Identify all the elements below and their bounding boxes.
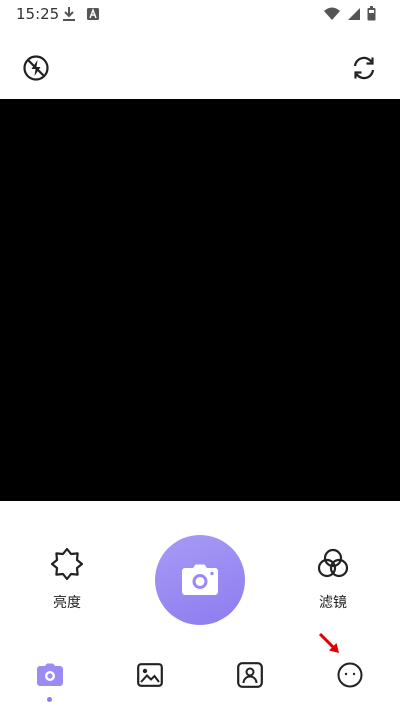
nav-active-dot: [47, 697, 52, 702]
nav-gallery[interactable]: [135, 660, 165, 690]
flash-off-icon: [23, 55, 49, 81]
status-left-icons: [62, 6, 100, 22]
a-badge-icon: [87, 8, 99, 20]
camera-icon: [182, 564, 218, 595]
brightness-button[interactable]: 亮度: [37, 546, 97, 612]
brightness-label: 亮度: [53, 595, 81, 611]
more-icon: [337, 662, 363, 688]
nav-more[interactable]: [335, 660, 365, 690]
status-time: 15:25: [16, 5, 60, 23]
red-arrow-icon: [318, 632, 339, 653]
flash-toggle-button[interactable]: [21, 53, 51, 83]
gallery-icon: [137, 663, 163, 687]
camera-preview[interactable]: [0, 99, 400, 501]
camera-icon: [37, 663, 63, 686]
status-right-icons: [323, 6, 376, 21]
brightness-icon: [50, 547, 84, 581]
download-icon: [63, 7, 75, 21]
nav-camera[interactable]: [35, 660, 65, 690]
status-bar: 15:25: [0, 0, 400, 28]
switch-camera-button[interactable]: [349, 53, 379, 83]
portrait-icon: [237, 662, 263, 688]
filter-label: 滤镜: [319, 595, 347, 611]
shutter-button[interactable]: [155, 535, 245, 625]
wifi-icon: [324, 7, 340, 20]
filter-button[interactable]: 滤镜: [303, 546, 363, 612]
camera-screen: 15:25 亮度 滤镜: [0, 0, 400, 710]
nav-portrait[interactable]: [235, 660, 265, 690]
bottom-nav: [0, 650, 400, 710]
signal-icon: [348, 7, 360, 20]
filter-icon: [317, 548, 349, 578]
battery-icon: [367, 6, 376, 21]
switch-camera-icon: [353, 56, 375, 80]
